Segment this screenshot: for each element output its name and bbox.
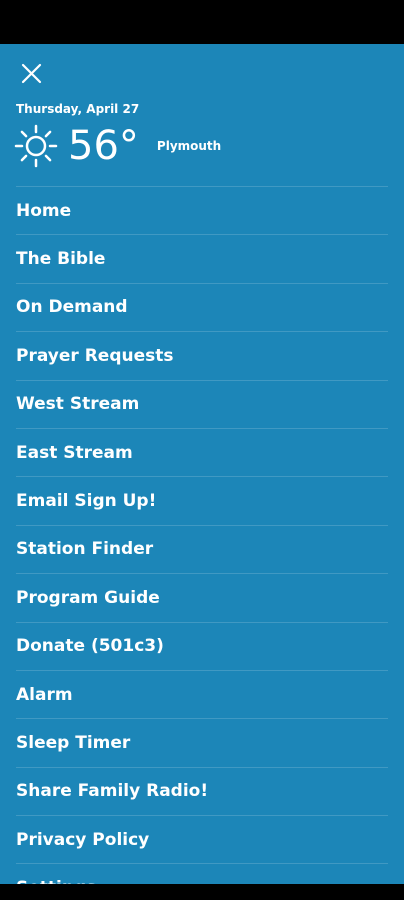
close-button[interactable] [18, 60, 46, 88]
menu-item-the-bible[interactable]: The Bible [16, 234, 388, 282]
menu-item-donate[interactable]: Donate (501c3) [16, 621, 388, 670]
status-bar [0, 0, 404, 44]
menu-item-east-stream[interactable]: East Stream [16, 427, 388, 476]
menu-item-prayer-requests[interactable]: Prayer Requests [16, 331, 388, 379]
navigation-menu: Home The Bible On Demand Prayer Requests… [16, 186, 388, 884]
menu-item-home[interactable]: Home [16, 186, 388, 234]
menu-item-west-stream[interactable]: West Stream [16, 379, 388, 428]
menu-item-share-family-radio[interactable]: Share Family Radio! [16, 766, 388, 815]
menu-item-alarm[interactable]: Alarm [16, 669, 388, 718]
menu-item-sleep-timer[interactable]: Sleep Timer [16, 718, 388, 766]
temperature: 56° [68, 123, 139, 169]
menu-item-station-finder[interactable]: Station Finder [16, 524, 388, 573]
menu-item-privacy-policy[interactable]: Privacy Policy [16, 815, 388, 863]
weather-location: Plymouth [156, 139, 222, 153]
menu-item-settings[interactable]: Settings [16, 863, 388, 884]
sun-icon [14, 124, 58, 168]
menu-item-on-demand[interactable]: On Demand [16, 282, 388, 331]
system-navigation-bar [0, 884, 404, 900]
current-date: Thursday, April 27 [16, 102, 140, 116]
menu-item-program-guide[interactable]: Program Guide [16, 573, 388, 621]
weather-widget: 56° Plymouth [14, 122, 221, 170]
menu-item-email-sign-up[interactable]: Email Sign Up! [16, 476, 388, 524]
navigation-drawer: Thursday, April 27 56° Plymouth Home The… [0, 44, 404, 884]
close-icon [21, 63, 42, 84]
